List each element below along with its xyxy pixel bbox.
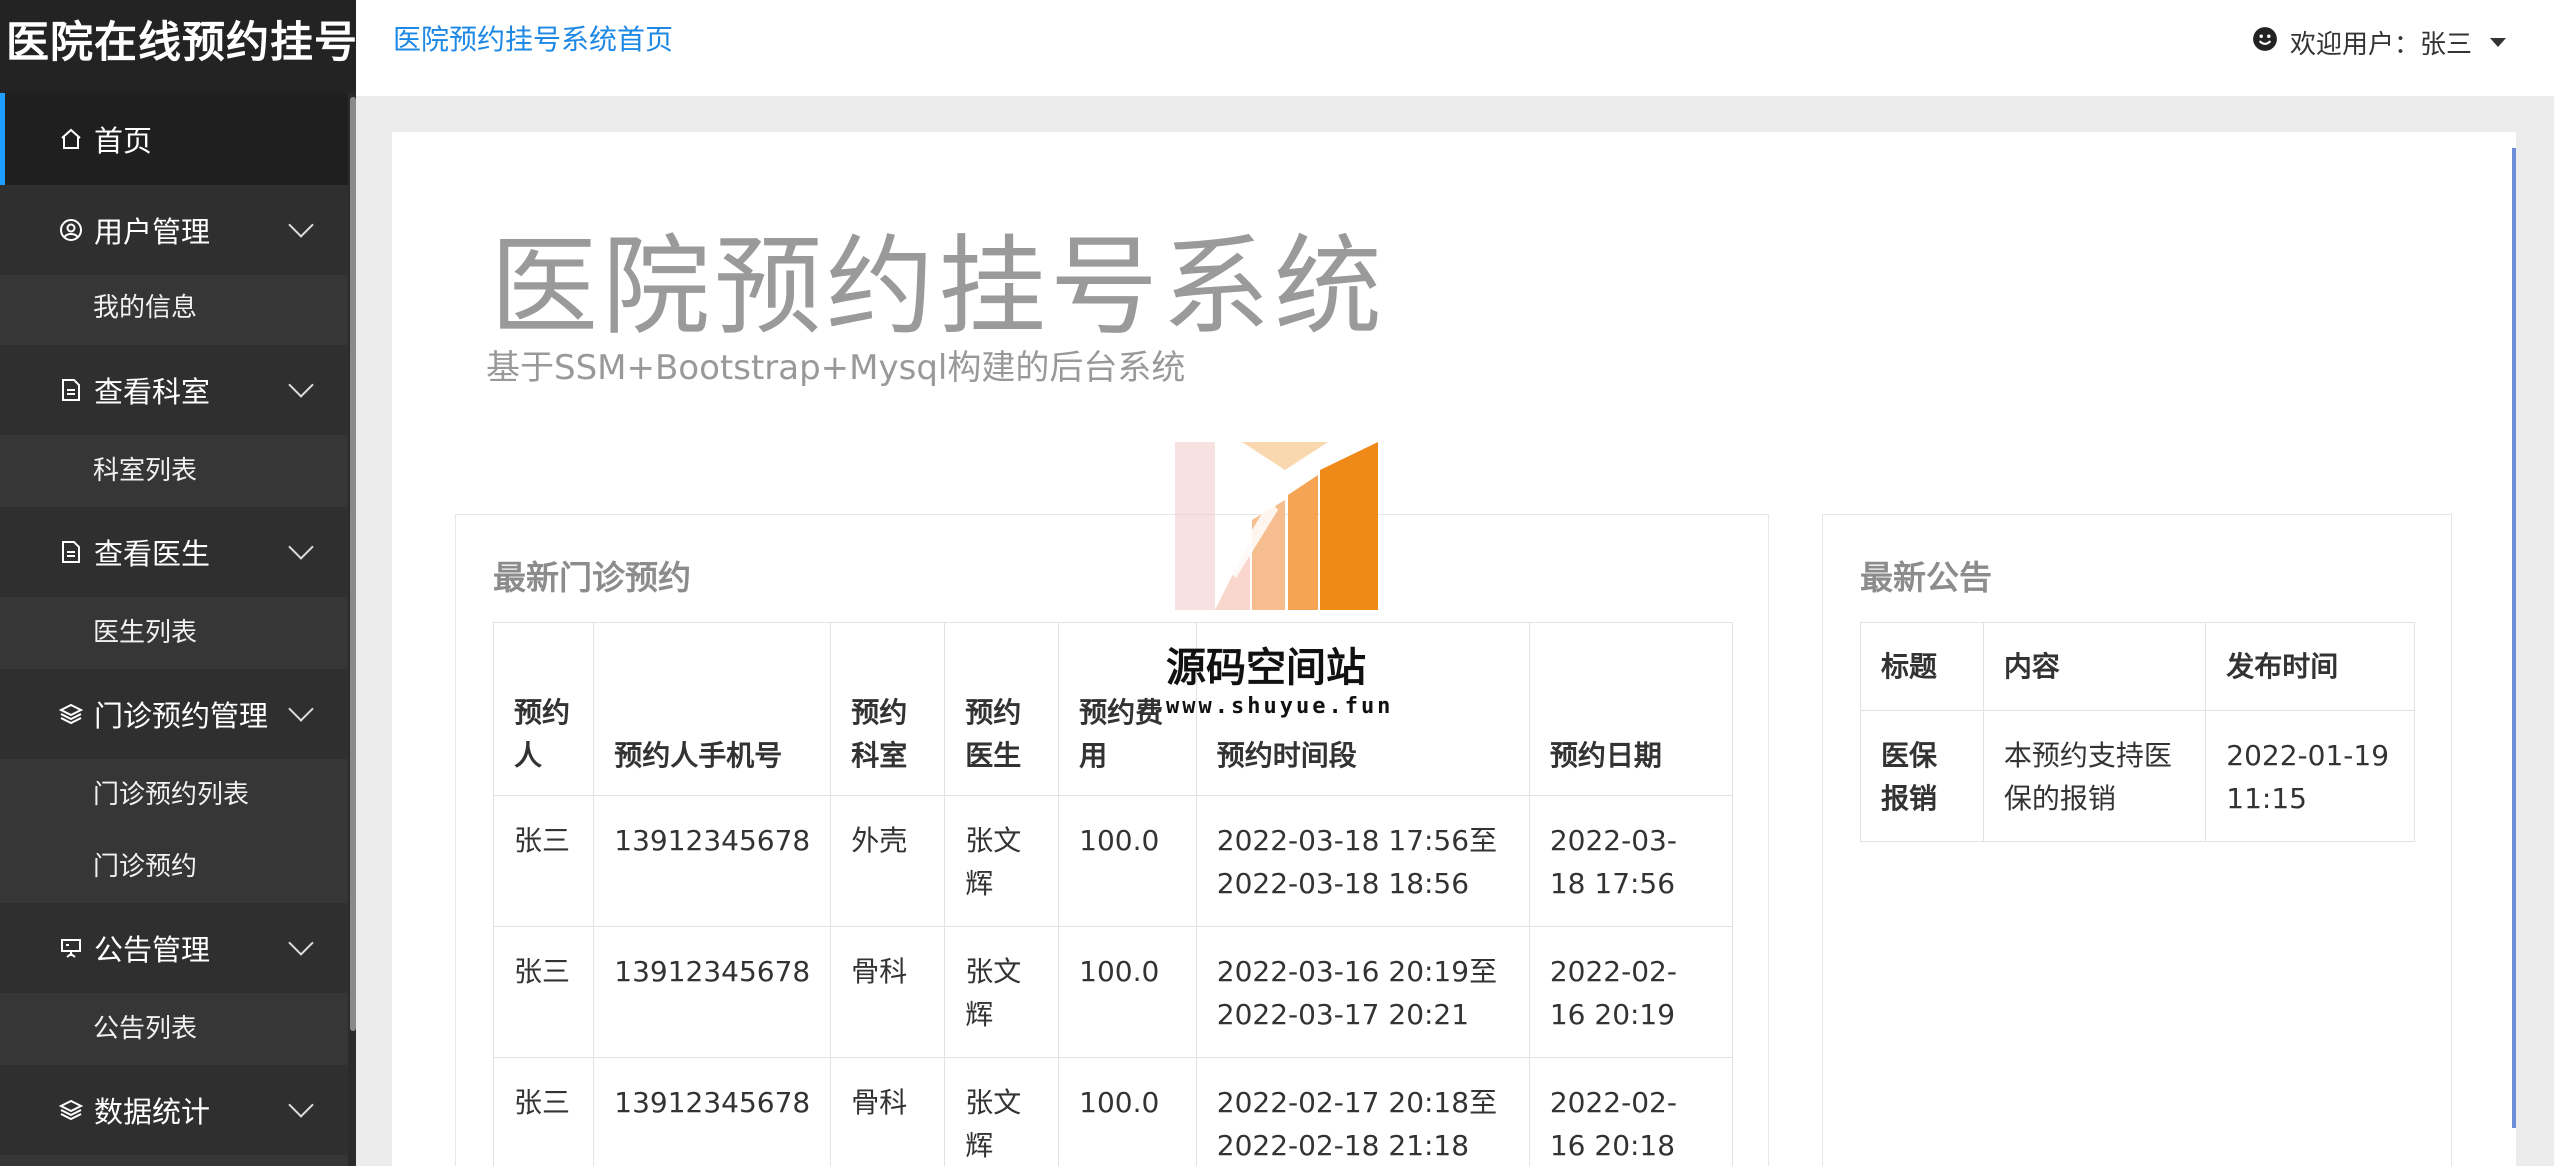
- brand-title: 医院在线预约挂号: [0, 0, 356, 93]
- sidebar-item-label: 用户管理: [94, 215, 211, 249]
- table-cell: 2022-02-17 20:18至2022-02-18 21:18: [1195, 1057, 1530, 1166]
- table-row: 张三 13912345678 骨科 张文辉 100.0 2022-02-17 2…: [492, 1057, 1734, 1166]
- sidebar-item-label: 数据统计: [94, 1095, 211, 1129]
- sidebar-item-label: 公告管理: [94, 933, 211, 967]
- table-cell: 2022-03-18 17:56至2022-03-18 18:56: [1195, 795, 1530, 927]
- sidebar-item-label: 门诊预约管理: [94, 699, 269, 733]
- table-cell: 100.0: [1058, 795, 1197, 927]
- smiley-icon: [2252, 26, 2278, 59]
- submenu-notice: 公告列表: [0, 993, 356, 1065]
- latest-notices-panel: 最新公告 标题 内容 发布时间 医保报销 本预约支持医保的报销 2022-01-…: [1822, 514, 2452, 1166]
- table-row: 张三 13912345678 骨科 张文辉 100.0 2022-03-16 2…: [492, 926, 1734, 1058]
- chevron-down-icon: [288, 534, 314, 560]
- table-cell: 张文辉: [944, 795, 1060, 927]
- sidebar-item-home[interactable]: 首页: [0, 93, 356, 185]
- document-icon: [58, 377, 84, 403]
- table-row: 张三 13912345678 外壳 张文辉 100.0 2022-03-18 1…: [492, 795, 1734, 927]
- chevron-down-icon: [288, 1092, 314, 1118]
- home-icon: [58, 126, 84, 152]
- sidebar-item-user-mgmt[interactable]: 用户管理: [0, 185, 356, 275]
- sidebar: 医院在线预约挂号 首页 用户管理 我的信息 查看科室 科室列表 查看医生 医生列…: [0, 0, 356, 1166]
- table-cell: 2022-03-16 20:19至2022-03-17 20:21: [1195, 926, 1530, 1058]
- submenu-user: 我的信息: [0, 275, 356, 345]
- table-cell: 13912345678: [593, 926, 832, 1058]
- home-link[interactable]: 医院预约挂号系统首页: [393, 18, 673, 58]
- app-root: 医院在线预约挂号 首页 用户管理 我的信息 查看科室 科室列表 查看医生 医生列…: [0, 0, 2554, 1166]
- submenu-dept: 科室列表: [0, 435, 356, 507]
- submenu-appt: 门诊预约列表 门诊预约: [0, 759, 356, 903]
- table-cell: 100.0: [1058, 926, 1197, 1058]
- watermark-name: 源码空间站: [1166, 645, 1366, 691]
- column-header: 标题: [1860, 622, 1984, 711]
- table-cell: 本预约支持医保的报销: [1982, 710, 2207, 842]
- document-icon: [58, 539, 84, 565]
- notices-table: 标题 内容 发布时间 医保报销 本预约支持医保的报销 2022-01-19 11…: [1860, 622, 2415, 842]
- sidebar-item-appt[interactable]: 门诊预约: [0, 831, 356, 903]
- table-cell: 张三: [492, 1057, 595, 1166]
- table-cell: 张三: [492, 926, 595, 1058]
- table-cell: 13912345678: [593, 1057, 832, 1166]
- caret-down-icon: [2490, 38, 2506, 47]
- column-header: 发布时间: [2205, 622, 2415, 711]
- user-menu[interactable]: 欢迎用户：张三: [2252, 24, 2506, 61]
- page-subtitle: 基于SSM+Bootstrap+Mysql构建的后台系统: [486, 348, 1186, 388]
- table-cell: 骨科: [830, 1057, 946, 1166]
- table-cell: 100.0: [1058, 1057, 1197, 1166]
- table-cell: 13912345678: [593, 795, 832, 927]
- sidebar-item-my-info[interactable]: 我的信息: [0, 275, 356, 345]
- panel-title: 最新门诊预约: [493, 558, 691, 597]
- table-header-row: 标题 内容 发布时间: [1860, 622, 2415, 711]
- sidebar-item-stats[interactable]: 数据统计: [0, 1065, 356, 1155]
- chevron-down-icon: [288, 930, 314, 956]
- table-cell: 医保报销: [1860, 710, 1984, 842]
- main-content: 医院预约挂号系统 基于SSM+Bootstrap+Mysql构建的后台系统 最新…: [392, 132, 2516, 1166]
- table-cell: 2022-02-16 20:19: [1528, 926, 1734, 1058]
- table-row: 医保报销 本预约支持医保的报销 2022-01-19 11:15: [1860, 710, 2415, 842]
- welcome-text: 欢迎用户：张三: [2289, 30, 2472, 60]
- table-cell: 2022-03-18 17:56: [1528, 795, 1734, 927]
- table-cell: 张三: [492, 795, 595, 927]
- table-cell: 2022-01-19 11:15: [2205, 710, 2415, 842]
- submenu-doctor: 医生列表: [0, 597, 356, 669]
- presentation-icon: [58, 935, 84, 961]
- sidebar-item-label: 查看医生: [94, 537, 211, 571]
- column-header: 预约日期: [1528, 622, 1734, 796]
- table-cell: 张文辉: [944, 1057, 1060, 1166]
- sidebar-item-appt-list[interactable]: 门诊预约列表: [0, 759, 356, 831]
- sidebar-item-label: 查看科室: [94, 375, 211, 409]
- chevron-down-icon: [288, 372, 314, 398]
- page-scrollbar[interactable]: [2512, 148, 2516, 1128]
- layers-icon: [58, 1097, 84, 1123]
- sidebar-item-dept-list[interactable]: 科室列表: [0, 435, 356, 507]
- chevron-down-icon: [288, 212, 314, 238]
- table-cell: 张文辉: [944, 926, 1060, 1058]
- sidebar-item-view-dept[interactable]: 查看科室: [0, 345, 356, 435]
- chevron-down-icon: [288, 696, 314, 722]
- appointments-table: 预约人 预约人手机号 预约科室 预约医生 预约费用 预约时间段 预约日期 张三 …: [492, 622, 1734, 1166]
- panel-title: 最新公告: [1860, 558, 1992, 597]
- table-cell: 外壳: [830, 795, 946, 927]
- sidebar-item-doctor-list[interactable]: 医生列表: [0, 597, 356, 669]
- sidebar-item-label: 首页: [94, 124, 153, 158]
- column-header: 预约科室: [830, 622, 946, 796]
- table-cell: 2022-02-16 20:18: [1528, 1057, 1734, 1166]
- sidebar-scrollbar-thumb[interactable]: [350, 97, 356, 1031]
- user-circle-icon: [58, 217, 84, 243]
- page-title: 医院预约挂号系统: [490, 225, 1387, 350]
- latest-appointments-panel: 最新门诊预约 预约人 预约人手机号 预约科室 预约医生 预约费用 预约时间段 预…: [455, 514, 1769, 1166]
- column-header: 预约医生: [944, 622, 1060, 796]
- column-header: 内容: [1982, 622, 2207, 711]
- top-header: 医院预约挂号系统首页 欢迎用户：张三: [356, 0, 2554, 96]
- sidebar-item-notice-mgmt[interactable]: 公告管理: [0, 903, 356, 993]
- sidebar-item-view-doctor[interactable]: 查看医生: [0, 507, 356, 597]
- layers-icon: [58, 701, 84, 727]
- table-header-row: 预约人 预约人手机号 预约科室 预约医生 预约费用 预约时间段 预约日期: [492, 622, 1734, 796]
- sidebar-item-appt-mgmt[interactable]: 门诊预约管理: [0, 669, 356, 759]
- watermark-url: www.shuyue.fun: [1166, 694, 1394, 719]
- table-cell: 骨科: [830, 926, 946, 1058]
- column-header: 预约人: [492, 622, 595, 796]
- column-header: 预约人手机号: [593, 622, 832, 796]
- sidebar-item-notice-list[interactable]: 公告列表: [0, 993, 356, 1065]
